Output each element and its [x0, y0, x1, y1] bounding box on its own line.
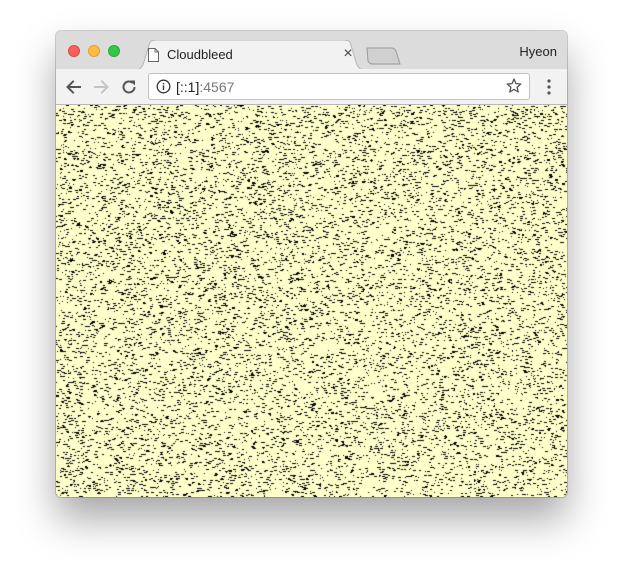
- forward-arrow-icon[interactable]: [91, 77, 111, 97]
- window-minimize-button[interactable]: [88, 45, 100, 57]
- back-arrow-icon[interactable]: [64, 77, 84, 97]
- address-port: :4567: [199, 79, 235, 95]
- tab-title: Cloudbleed: [167, 47, 233, 62]
- screenshot-stage: Cloudbleed × Hyeon [::1]:4567: [0, 0, 623, 578]
- tab-active[interactable]: Cloudbleed ×: [134, 40, 366, 70]
- profile-name[interactable]: Hyeon: [519, 44, 557, 59]
- address-bar[interactable]: [::1]:4567: [148, 73, 530, 100]
- star-icon[interactable]: [505, 77, 523, 95]
- toolbar: [::1]:4567: [56, 69, 567, 105]
- window-close-button[interactable]: [68, 45, 80, 57]
- page-viewport: [56, 105, 567, 497]
- tab-close-icon[interactable]: ×: [340, 46, 356, 62]
- address-host: [::1]: [176, 79, 200, 95]
- page-icon: [148, 48, 159, 62]
- kebab-menu-icon[interactable]: [542, 78, 556, 96]
- new-tab-button[interactable]: [364, 47, 404, 65]
- window-maximize-button[interactable]: [108, 45, 120, 57]
- noise-pattern: [56, 105, 567, 497]
- browser-window: Cloudbleed × Hyeon [::1]:4567: [56, 31, 567, 497]
- address-url[interactable]: [::1]:4567: [176, 79, 234, 95]
- reload-icon[interactable]: [119, 77, 139, 97]
- tab-strip: Cloudbleed × Hyeon: [56, 31, 567, 70]
- info-icon[interactable]: [156, 79, 171, 94]
